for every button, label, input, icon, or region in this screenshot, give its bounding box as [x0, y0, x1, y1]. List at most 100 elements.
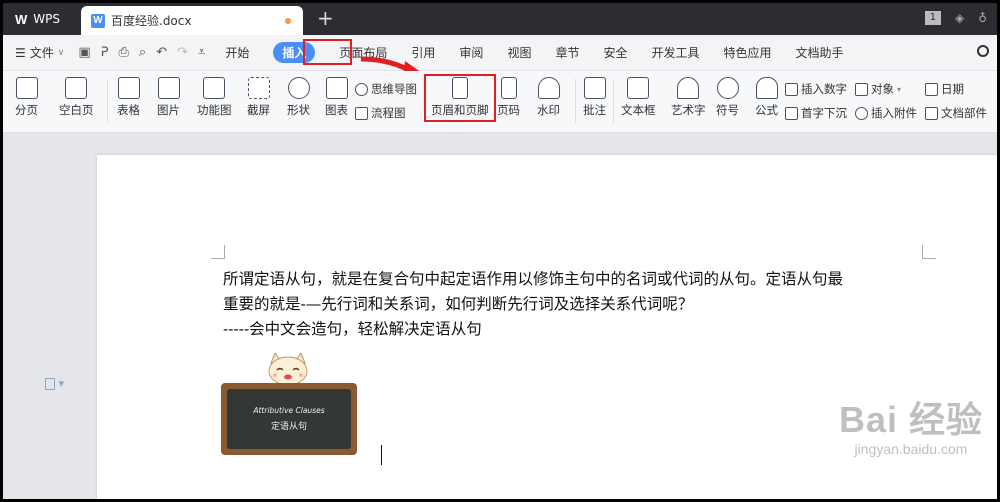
chalkboard: Attributive Clauses 定语从句: [221, 383, 357, 455]
app-name: WPS: [33, 12, 60, 26]
wps-logo-icon: W: [15, 11, 28, 27]
shapes-label: 形状: [287, 103, 310, 117]
table-icon: [117, 77, 140, 99]
save-icon[interactable]: ▣: [78, 45, 90, 60]
drop-cap-icon: [785, 106, 798, 120]
blank-page-button[interactable]: 空白页: [59, 77, 94, 117]
watermark-logo-text: Bai 经验: [838, 399, 983, 440]
chart-button[interactable]: 图表: [325, 77, 348, 117]
redo-icon[interactable]: ↷: [177, 45, 188, 60]
mindmap-button[interactable]: 思维导图: [355, 81, 417, 97]
date-button[interactable]: 日期: [925, 81, 964, 97]
insert-tab-highlight: [303, 39, 352, 65]
object-label: 对象: [871, 82, 894, 96]
new-tab-button[interactable]: +: [317, 8, 334, 28]
symbol-label: 符号: [716, 103, 739, 117]
watermark-button[interactable]: 水印: [537, 77, 560, 117]
file-menu-label: 文件: [29, 46, 54, 60]
table-label: 表格: [117, 103, 140, 117]
header-footer-highlight: [424, 74, 496, 122]
text-cursor: [381, 445, 382, 465]
unsaved-dot-icon: [285, 18, 291, 24]
page-break-label: 分页: [15, 103, 38, 117]
tab-developer[interactable]: 开发工具: [651, 44, 699, 61]
format-painter-icon[interactable]: ᕈ: [101, 45, 109, 60]
tab-doc-assistant[interactable]: 文档助手: [796, 44, 844, 61]
attachment-icon: [855, 106, 868, 120]
page-number-icon: [500, 77, 517, 99]
page-number-label: 页码: [497, 103, 520, 117]
print-icon[interactable]: ⎙: [119, 45, 129, 60]
table-button[interactable]: 表格: [117, 77, 140, 117]
wps-window: W WPS W 百度经验.docx + 1 ◈ ♁ ☰ 文件 ∨ ▣ ᕈ ⎙ ⌕…: [3, 3, 997, 499]
shapes-button[interactable]: 形状: [287, 77, 310, 117]
page-break-button[interactable]: 分页: [15, 77, 38, 117]
cat-illustration-icon: [268, 353, 308, 386]
function-chart-button[interactable]: 功能图: [197, 77, 232, 117]
ribbon-divider: [613, 79, 614, 123]
chalkboard-title-en: Attributive Clauses: [253, 406, 325, 415]
tab-home[interactable]: 开始: [225, 44, 249, 61]
wps-home-tab[interactable]: W WPS: [7, 7, 75, 31]
attachment-button[interactable]: 插入附件: [855, 105, 917, 121]
document-tab[interactable]: W 百度经验.docx: [81, 6, 303, 35]
watermark-icon: [537, 77, 560, 99]
picture-label: 图片: [157, 103, 180, 117]
function-chart-label: 功能图: [197, 103, 232, 117]
paragraph-handle-icon[interactable]: ▾: [45, 377, 64, 390]
watermark-url: jingyan.baidu.com: [854, 441, 968, 457]
page-number-button[interactable]: 页码: [497, 77, 520, 117]
blank-page-icon: [65, 77, 88, 99]
screenshot-button[interactable]: 截屏: [247, 77, 270, 117]
textbox-label: 文本框: [621, 103, 656, 117]
symbol-button[interactable]: 符号: [716, 77, 739, 117]
insert-number-button[interactable]: 插入数字: [785, 81, 847, 97]
tab-view[interactable]: 视图: [507, 44, 531, 61]
tab-security[interactable]: 安全: [603, 44, 627, 61]
customize-icon[interactable]: ⩡: [198, 45, 205, 60]
drop-cap-label: 首字下沉: [801, 106, 847, 120]
mindmap-label: 思维导图: [371, 82, 417, 96]
quick-access-toolbar: ▣ ᕈ ⎙ ⌕ ↶ ↷ ⩡: [78, 45, 205, 60]
doc-handle-icon: [45, 378, 55, 390]
comment-icon: [583, 77, 606, 99]
blank-page-label: 空白页: [59, 103, 94, 117]
object-button[interactable]: 对象 ▾: [855, 81, 901, 97]
doc-parts-icon: [925, 106, 938, 120]
inserted-image[interactable]: Attributive Clauses 定语从句: [221, 353, 361, 457]
mindmap-icon: [355, 82, 368, 96]
shirt-icon[interactable]: ♁: [978, 11, 987, 25]
formula-label: 公式: [755, 103, 778, 117]
undo-icon[interactable]: ↶: [156, 45, 167, 60]
chart-icon: [325, 77, 348, 99]
formula-button[interactable]: 公式: [755, 77, 778, 117]
skin-icon[interactable]: ◈: [955, 11, 964, 25]
document-body-text[interactable]: 所谓定语从句，就是在复合句中起定语作用以修饰主句中的名词或代词的从句。定语从句最…: [223, 267, 923, 342]
ribbon-divider: [107, 79, 108, 123]
wordart-button[interactable]: 艺术字: [671, 77, 706, 117]
search-icon[interactable]: [977, 45, 989, 57]
paragraph-line: 所谓定语从句，就是在复合句中起定语作用以修饰主句中的名词或代词的从句。定语从句最: [223, 270, 844, 288]
print-preview-icon[interactable]: ⌕: [139, 45, 146, 60]
tab-review[interactable]: 审阅: [459, 44, 483, 61]
tab-chapter[interactable]: 章节: [555, 44, 579, 61]
textbox-button[interactable]: 文本框: [621, 77, 656, 117]
wordart-label: 艺术字: [671, 103, 706, 117]
date-icon: [925, 82, 938, 96]
picture-button[interactable]: 图片: [157, 77, 180, 117]
margin-corner-mark: [211, 245, 225, 259]
tab-features[interactable]: 特色应用: [724, 44, 772, 61]
picture-icon: [157, 77, 180, 99]
comment-button[interactable]: 批注: [583, 77, 606, 117]
drop-cap-button[interactable]: 首字下沉: [785, 105, 847, 121]
object-icon: [855, 82, 868, 96]
formula-icon: [755, 77, 778, 99]
watermark-label: 水印: [537, 103, 560, 117]
window-count-badge[interactable]: 1: [924, 11, 941, 25]
textbox-icon: [627, 77, 650, 99]
screenshot-frame: W WPS W 百度经验.docx + 1 ◈ ♁ ☰ 文件 ∨ ▣ ᕈ ⎙ ⌕…: [0, 0, 1000, 502]
titlebar-right-icons: 1 ◈ ♁: [924, 11, 987, 25]
file-menu-button[interactable]: ☰ 文件 ∨: [15, 44, 64, 61]
doc-parts-button[interactable]: 文档部件: [925, 105, 987, 121]
flowchart-button[interactable]: 流程图: [355, 105, 406, 121]
